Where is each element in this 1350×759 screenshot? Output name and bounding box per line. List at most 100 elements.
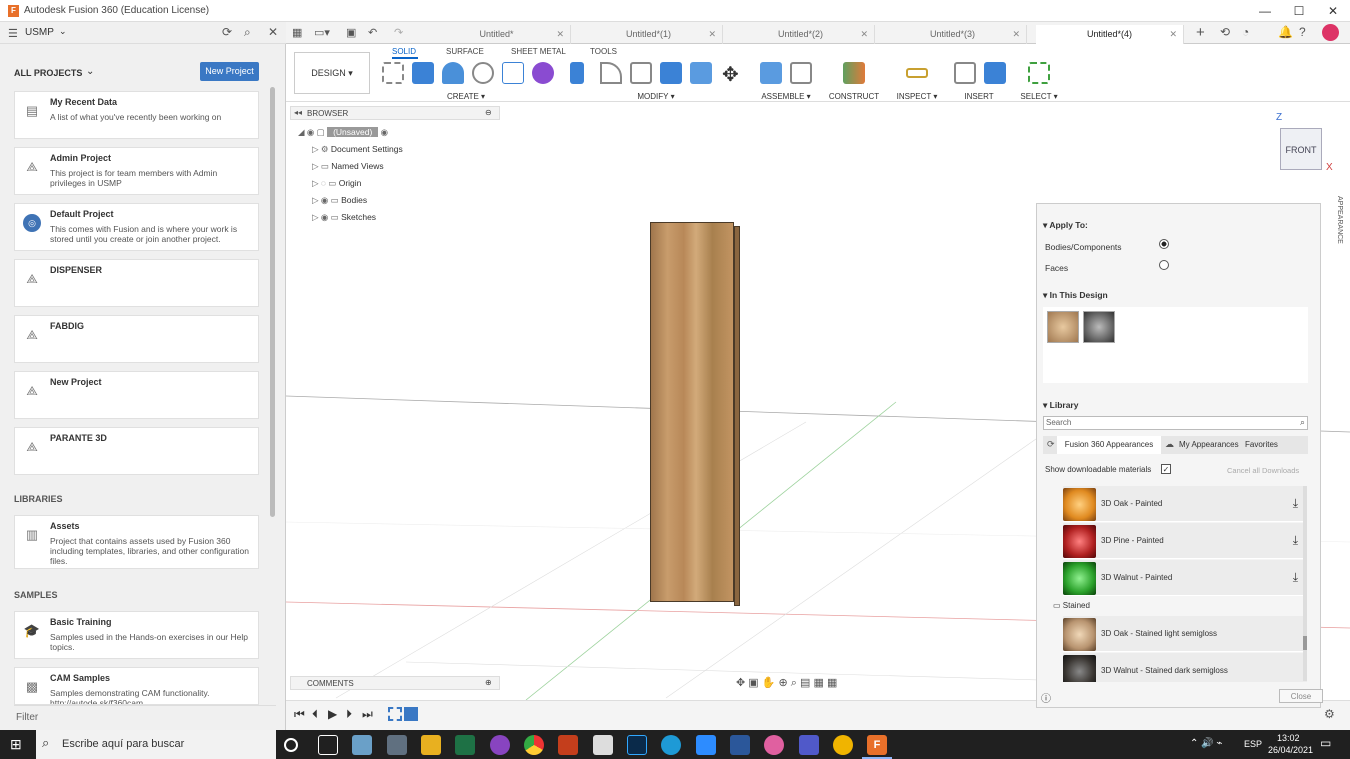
go-to-end-icon[interactable]: ⏭: [362, 707, 373, 722]
tab-untitled-1[interactable]: Untitled*(1) ✕: [575, 25, 723, 44]
project-card[interactable]: ⟁ DISPENSER: [14, 259, 259, 307]
clock-time[interactable]: 13:02: [1277, 733, 1300, 743]
combine-icon[interactable]: [690, 62, 712, 84]
chevron-down-icon[interactable]: ⌄: [59, 26, 67, 37]
all-projects-label[interactable]: ALL PROJECTS: [14, 68, 82, 78]
browser-item[interactable]: ▷ ⚙ Document Settings: [298, 144, 478, 161]
grid-icon[interactable]: ▦: [292, 26, 302, 39]
redo-icon[interactable]: ↷: [394, 26, 403, 39]
browser-item[interactable]: ▷ ◉ ▭ Sketches: [298, 212, 478, 229]
calculator-icon[interactable]: [387, 735, 407, 755]
timeline-settings-icon[interactable]: ⚙: [1324, 707, 1335, 721]
undo-icon[interactable]: ↶: [368, 26, 377, 39]
hole-icon[interactable]: [472, 62, 494, 84]
tab-untitled-2[interactable]: Untitled*(2) ✕: [727, 25, 875, 44]
extrude-icon[interactable]: [412, 62, 434, 84]
cortana-icon[interactable]: [284, 738, 298, 752]
tab-tools[interactable]: TOOLS: [590, 47, 617, 56]
scrollbar[interactable]: [270, 87, 275, 517]
task-view-icon[interactable]: [318, 735, 338, 755]
word-icon[interactable]: [730, 735, 750, 755]
browser-root[interactable]: ◢ ◉ ▢ (Unsaved) ◉: [298, 127, 478, 144]
windows-start-icon[interactable]: ⊞: [10, 736, 22, 753]
form-icon[interactable]: [532, 62, 554, 84]
go-to-start-icon[interactable]: ⏮: [294, 707, 305, 722]
app-icon[interactable]: [352, 735, 372, 755]
project-card[interactable]: ⟁ PARANTE 3D: [14, 427, 259, 475]
close-icon[interactable]: ✕: [860, 25, 868, 44]
look-at-icon[interactable]: ▣: [748, 677, 758, 689]
file-menu-icon[interactable]: ▭▾: [314, 26, 330, 39]
step-back-icon[interactable]: ⏴: [312, 707, 318, 722]
browser-item[interactable]: ▷ ▭ Named Views: [298, 161, 478, 178]
tab-favorites[interactable]: Favorites: [1245, 440, 1278, 449]
minimize-button[interactable]: —: [1248, 0, 1282, 22]
download-icon[interactable]: ⤓: [1293, 496, 1298, 511]
collapse-icon[interactable]: ◂◂: [294, 108, 302, 117]
edge-icon[interactable]: [661, 735, 681, 755]
project-card[interactable]: ▤ My Recent Data A list of what you've r…: [14, 91, 259, 139]
comments-add-icon[interactable]: ⊕: [485, 678, 492, 687]
close-button[interactable]: Close: [1279, 689, 1323, 703]
material-row[interactable]: 3D Pine - Painted ⤓: [1063, 523, 1307, 559]
assemble-menu[interactable]: ASSEMBLE ▾: [760, 92, 812, 101]
tab-my-appearances[interactable]: My Appearances: [1179, 440, 1239, 449]
view-cube[interactable]: FRONT: [1280, 128, 1322, 170]
viewports-icon[interactable]: ▦: [827, 677, 837, 689]
app-icon[interactable]: [833, 735, 853, 755]
zoom-icon[interactable]: [696, 735, 716, 755]
project-card[interactable]: ◎ Default Project This comes with Fusion…: [14, 203, 259, 251]
display-settings-icon[interactable]: ▤: [800, 677, 810, 689]
joint-icon[interactable]: [790, 62, 812, 84]
download-icon[interactable]: ⤓: [1293, 570, 1298, 585]
oak-swatch[interactable]: [1047, 311, 1079, 343]
fit-icon[interactable]: ⌕: [791, 677, 797, 689]
show-downloadable-checkbox[interactable]: ✓: [1161, 464, 1171, 474]
download-icon[interactable]: ⤓: [1293, 533, 1298, 548]
tab-untitled-4[interactable]: Untitled*(4) ✕: [1036, 25, 1184, 44]
insert-image-icon[interactable]: [984, 62, 1006, 84]
create-sketch-icon[interactable]: [382, 62, 404, 84]
taskbar-search[interactable]: ⌕ Escribe aquí para buscar: [36, 730, 276, 759]
press-pull-icon[interactable]: [570, 62, 584, 84]
timeline-sketch-icon[interactable]: [388, 707, 402, 721]
new-project-button[interactable]: New Project: [200, 62, 259, 81]
app-icon[interactable]: [764, 735, 784, 755]
browser-panel[interactable]: ◂◂ BROWSER ⊖: [290, 106, 500, 120]
close-panel-icon[interactable]: ✕: [268, 25, 278, 39]
shell-icon[interactable]: [660, 62, 682, 84]
refresh-icon[interactable]: ⟳: [222, 25, 232, 39]
metal-swatch[interactable]: [1083, 311, 1115, 343]
workspace-switcher[interactable]: DESIGN ▾: [294, 52, 370, 94]
tray-icons[interactable]: ⌃ 🔊 ⌁: [1190, 738, 1222, 749]
new-component-icon[interactable]: [760, 62, 782, 84]
insert-derive-icon[interactable]: [954, 62, 976, 84]
sample-card[interactable]: 🎓 Basic Training Samples used in the Han…: [14, 611, 259, 659]
tab-untitled-3[interactable]: Untitled*(3) ✕: [879, 25, 1027, 44]
comments-panel[interactable]: COMMENTS ⊕: [290, 676, 500, 690]
pan-icon[interactable]: ✋: [762, 677, 776, 689]
pattern-icon[interactable]: [502, 62, 524, 84]
measure-icon[interactable]: [906, 68, 928, 78]
language-indicator[interactable]: ESP: [1244, 739, 1262, 749]
fillet-icon[interactable]: [600, 62, 622, 84]
chevron-down-icon[interactable]: ⌄: [86, 66, 94, 77]
search-icon[interactable]: ⌕: [1300, 417, 1305, 428]
select-menu[interactable]: SELECT ▾: [1020, 92, 1058, 101]
assets-card[interactable]: ▥ Assets Project that contains assets us…: [14, 515, 259, 569]
material-row[interactable]: 3D Walnut - Stained dark semigloss: [1063, 653, 1307, 682]
search-input[interactable]: Search ⌕: [1043, 416, 1308, 430]
stained-folder[interactable]: ▭ Stained: [1053, 601, 1090, 610]
material-row[interactable]: 3D Oak - Stained light semigloss: [1063, 616, 1307, 652]
clock-date[interactable]: 26/04/2021: [1268, 745, 1313, 755]
photoshop-icon[interactable]: [627, 735, 647, 755]
save-icon[interactable]: ▣: [346, 26, 356, 39]
close-icon[interactable]: ✕: [556, 25, 564, 44]
grid-settings-icon[interactable]: ▦: [814, 677, 824, 689]
appearance-side-label[interactable]: APPEARANCE: [1329, 196, 1343, 256]
orbit-icon[interactable]: ✥: [736, 677, 745, 689]
tab-solid[interactable]: SOLID: [392, 47, 416, 56]
zoom-icon[interactable]: ⊕: [779, 677, 788, 689]
avatar[interactable]: [1322, 24, 1339, 41]
project-card[interactable]: ⟁ Admin Project This project is for team…: [14, 147, 259, 195]
